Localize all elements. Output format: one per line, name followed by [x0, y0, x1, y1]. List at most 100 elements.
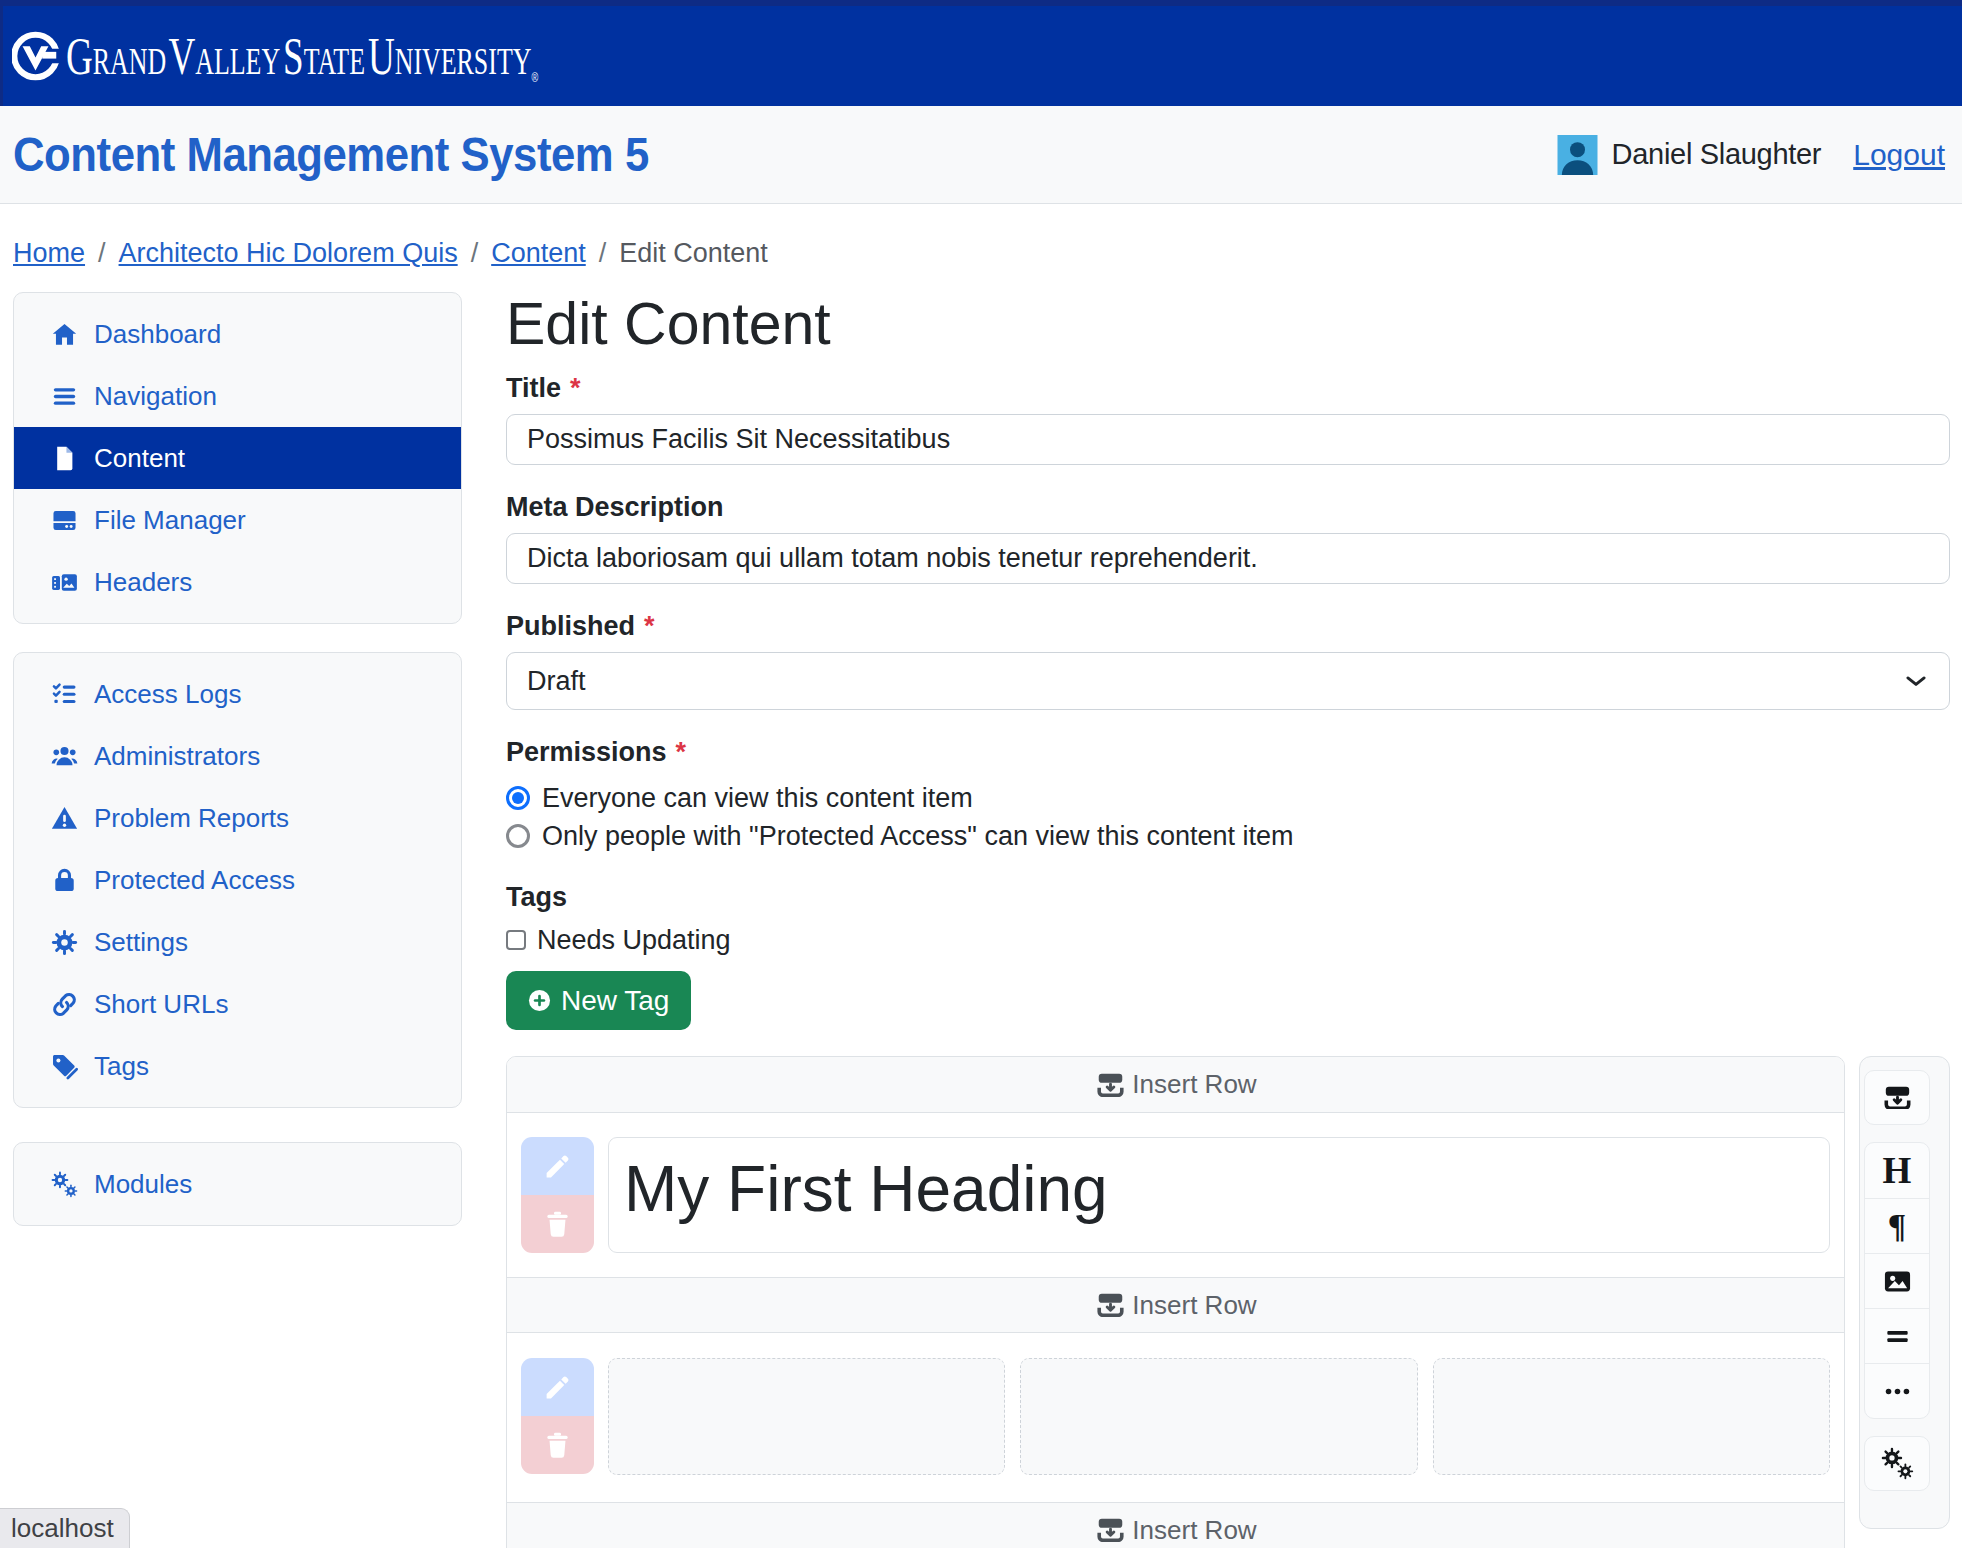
sidebar-item-protected-access[interactable]: Protected Access	[14, 849, 461, 911]
permission-radio-2[interactable]	[506, 824, 530, 848]
sidebar-nav: Dashboard Navigation Content File Manager He…	[13, 292, 462, 1226]
sidebar-item-label: File Manager	[94, 505, 246, 536]
sidebar-item-access-logs[interactable]: Access Logs	[14, 663, 461, 725]
sidebar-item-problem-reports[interactable]: Problem Reports	[14, 787, 461, 849]
sidebar-item-label: Dashboard	[94, 319, 221, 350]
columns-row	[608, 1358, 1830, 1475]
chevron-down-icon	[1903, 668, 1929, 694]
published-select[interactable]: Draft	[506, 652, 1950, 710]
sidebar-item-content[interactable]: Content	[14, 427, 461, 489]
user-name: Daniel Slaughter	[1612, 138, 1822, 171]
breadcrumb-architecto-hic-dolorem-quis[interactable]: Architecto Hic Dolorem Quis	[119, 238, 458, 269]
sidebar-item-label: Headers	[94, 567, 192, 598]
sidebar-item-file-manager[interactable]: File Manager	[14, 489, 461, 551]
meta-description-field-group: Meta Description	[506, 491, 1950, 584]
heading-block-text: My First Heading	[624, 1153, 1108, 1225]
insert-row-bar[interactable]: Insert Row	[507, 1502, 1844, 1548]
insert-row-bar[interactable]: Insert Row	[507, 1277, 1844, 1333]
hard-drive-icon	[51, 507, 78, 534]
delete-row-button[interactable]	[521, 1195, 594, 1253]
tag-option-label: Needs Updating	[537, 925, 731, 956]
sidebar-item-navigation[interactable]: Navigation	[14, 365, 461, 427]
breadcrumb-separator: /	[599, 238, 607, 269]
sidebar-item-modules[interactable]: Modules	[14, 1153, 461, 1215]
edit-row-button[interactable]	[521, 1137, 594, 1195]
insert-row-icon	[1094, 1518, 1127, 1542]
sidebar-item-label: Access Logs	[94, 679, 241, 710]
breadcrumb-home[interactable]: Home	[13, 238, 85, 269]
logout-link[interactable]: Logout	[1853, 138, 1945, 172]
sidebar-item-tags[interactable]: Tags	[14, 1035, 461, 1097]
sidebar-item-label: Protected Access	[94, 865, 295, 896]
sidebar-item-headers[interactable]: Headers	[14, 551, 461, 613]
insert-row-icon	[1882, 1086, 1913, 1110]
tag-icon	[51, 1053, 78, 1080]
sidebar-item-label: Administrators	[94, 741, 260, 772]
gvsu-mark-icon	[12, 28, 59, 84]
sidebar-group-2: Access Logs Administrators Problem Reports…	[13, 652, 462, 1108]
sidebar-item-settings[interactable]: Settings	[14, 911, 461, 973]
more-button[interactable]	[1865, 1363, 1929, 1418]
meta-description-input[interactable]	[506, 533, 1950, 584]
tag-checkbox[interactable]	[506, 930, 526, 950]
sidebar-item-label: Modules	[94, 1169, 192, 1200]
bars-icon	[51, 383, 78, 410]
editor-row-1: My First Heading	[507, 1113, 1844, 1277]
registered-mark: ®	[531, 70, 538, 85]
column-placeholder-3[interactable]	[1433, 1358, 1830, 1475]
divider-icon	[1883, 1322, 1912, 1351]
new-tag-button[interactable]: New Tag	[506, 971, 691, 1030]
permission-option-label: Only people with "Protected Access" can …	[542, 821, 1294, 852]
permission-option-2: Only people with "Protected Access" can …	[506, 817, 1950, 855]
delete-row-button[interactable]	[521, 1416, 594, 1474]
permission-radio-1[interactable]	[506, 786, 530, 810]
university-topbar: Grand Valley State University®	[0, 0, 1962, 106]
insert-row-bar[interactable]: Insert Row	[507, 1057, 1844, 1113]
edit-row-button[interactable]	[521, 1358, 594, 1416]
meta-description-label: Meta Description	[506, 491, 724, 524]
list-check-icon	[51, 681, 78, 708]
university-logo[interactable]: Grand Valley State University®	[12, 28, 741, 84]
heading-button[interactable]: H	[1865, 1143, 1929, 1198]
title-field-group: Title*	[506, 372, 1950, 465]
triangle-exclamation-icon	[51, 805, 78, 832]
sidebar-item-dashboard[interactable]: Dashboard	[14, 303, 461, 365]
sidebar-item-label: Short URLs	[94, 989, 228, 1020]
app-header: Content Management System 5 Daniel Slaug…	[0, 106, 1962, 204]
title-label: Title	[506, 372, 561, 405]
sidebar-item-administrators[interactable]: Administrators	[14, 725, 461, 787]
column-placeholder-2[interactable]	[1020, 1358, 1417, 1475]
tag-option-needs-updating: Needs Updating	[506, 923, 1950, 957]
sidebar-item-label: Settings	[94, 927, 188, 958]
insert-row-label: Insert Row	[1132, 1069, 1256, 1100]
image-button[interactable]	[1865, 1253, 1929, 1308]
trash-icon	[543, 1431, 572, 1460]
sidebar-item-label: Content	[94, 443, 185, 474]
users-icon	[51, 743, 78, 770]
published-label: Published	[506, 610, 635, 643]
link-icon	[51, 991, 78, 1018]
modules-button[interactable]	[1864, 1436, 1930, 1491]
published-value: Draft	[527, 666, 586, 697]
paragraph-icon: ¶	[1888, 1209, 1906, 1243]
divider-button[interactable]	[1865, 1308, 1929, 1363]
image-icon	[1883, 1267, 1912, 1296]
plus-circle-icon	[528, 989, 551, 1012]
insert-row-label: Insert Row	[1132, 1290, 1256, 1321]
breadcrumb-separator: /	[98, 238, 106, 269]
column-placeholder-1[interactable]	[608, 1358, 1005, 1475]
breadcrumb: Home / Architecto Hic Dolorem Quis / Content…	[13, 238, 1949, 269]
required-asterisk: *	[676, 736, 687, 769]
breadcrumb-content[interactable]: Content	[491, 238, 586, 269]
required-asterisk: *	[644, 610, 655, 643]
sidebar-item-short-urls[interactable]: Short URLs	[14, 973, 461, 1035]
more-icon	[1883, 1377, 1912, 1406]
heading-block[interactable]: My First Heading	[608, 1137, 1830, 1253]
home-icon	[51, 321, 78, 348]
paragraph-button[interactable]: ¶	[1865, 1198, 1929, 1253]
published-field-group: Published * Draft	[506, 610, 1950, 710]
gear-icon	[51, 929, 78, 956]
title-input[interactable]	[506, 414, 1950, 465]
insert-row-button[interactable]	[1864, 1070, 1930, 1125]
pencil-icon	[543, 1152, 572, 1181]
